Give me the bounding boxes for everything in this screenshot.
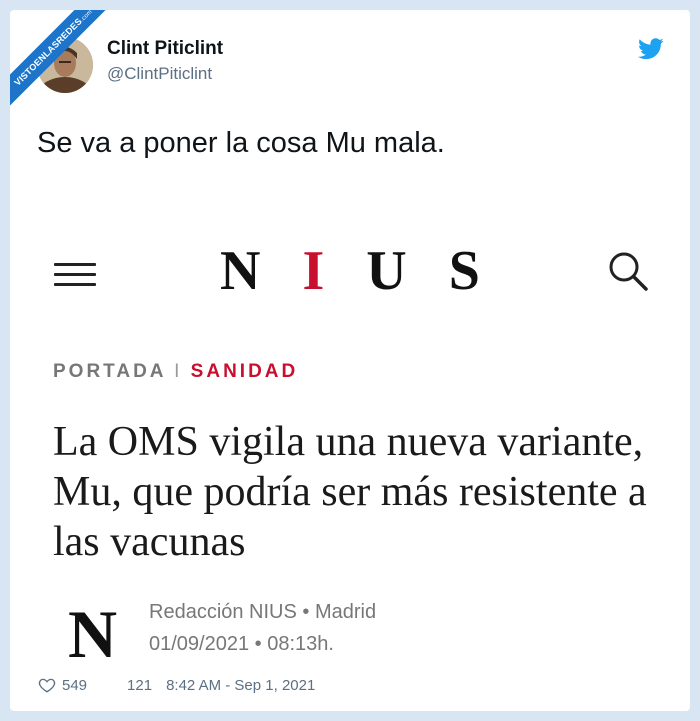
tweet-footer: 549 121 8:42 AM - Sep 1, 2021 bbox=[38, 676, 315, 694]
breadcrumb-section: PORTADA bbox=[53, 361, 166, 382]
article-location: Madrid bbox=[314, 601, 377, 623]
article-screenshot[interactable]: N I U S PORTADA I SANIDAD La OMS vigila … bbox=[38, 207, 662, 672]
tweet-card: VISTOENLASREDES.com Clint Piticlint @Cli… bbox=[10, 10, 690, 711]
article-headline: La OMS vigila una nueva variante, Mu, qu… bbox=[53, 419, 647, 565]
user-name[interactable]: Clint Piticlint bbox=[107, 38, 223, 60]
heart-icon[interactable] bbox=[38, 676, 56, 694]
tweet-timestamp[interactable]: 8:42 AM - Sep 1, 2021 bbox=[166, 677, 315, 694]
like-count[interactable]: 549 bbox=[62, 677, 87, 694]
logo-letter-s: S bbox=[448, 240, 494, 302]
article-date: 01/09/2021 bbox=[149, 633, 250, 655]
breadcrumb-separator: I bbox=[174, 361, 183, 382]
dateline-dot: • bbox=[254, 633, 262, 655]
user-handle[interactable]: @ClintPiticlint bbox=[107, 64, 212, 84]
author-logo: N bbox=[68, 596, 118, 672]
author-name: Redacción NIUS bbox=[149, 601, 297, 623]
logo-letter-i: I bbox=[302, 240, 339, 302]
watermark-sub: .com bbox=[79, 10, 94, 24]
twitter-bird-icon[interactable] bbox=[638, 38, 664, 60]
article-time: 08:13h. bbox=[267, 633, 334, 655]
logo-letter-n: N bbox=[220, 240, 275, 302]
tweet-text: Se va a poner la cosa Mu mala. bbox=[37, 127, 445, 159]
retweet-count[interactable]: 121 bbox=[127, 677, 152, 694]
breadcrumb: PORTADA I SANIDAD bbox=[53, 361, 298, 383]
article-byline: Redacción NIUS • Madrid bbox=[149, 601, 376, 624]
nius-logo: N I U S bbox=[220, 239, 494, 303]
byline-dot: • bbox=[302, 601, 310, 623]
hamburger-menu-icon bbox=[54, 263, 96, 287]
search-icon bbox=[609, 252, 648, 291]
breadcrumb-category: SANIDAD bbox=[190, 361, 299, 382]
article-dateline: 01/09/2021 • 08:13h. bbox=[149, 633, 334, 656]
logo-letter-u: U bbox=[366, 240, 421, 302]
